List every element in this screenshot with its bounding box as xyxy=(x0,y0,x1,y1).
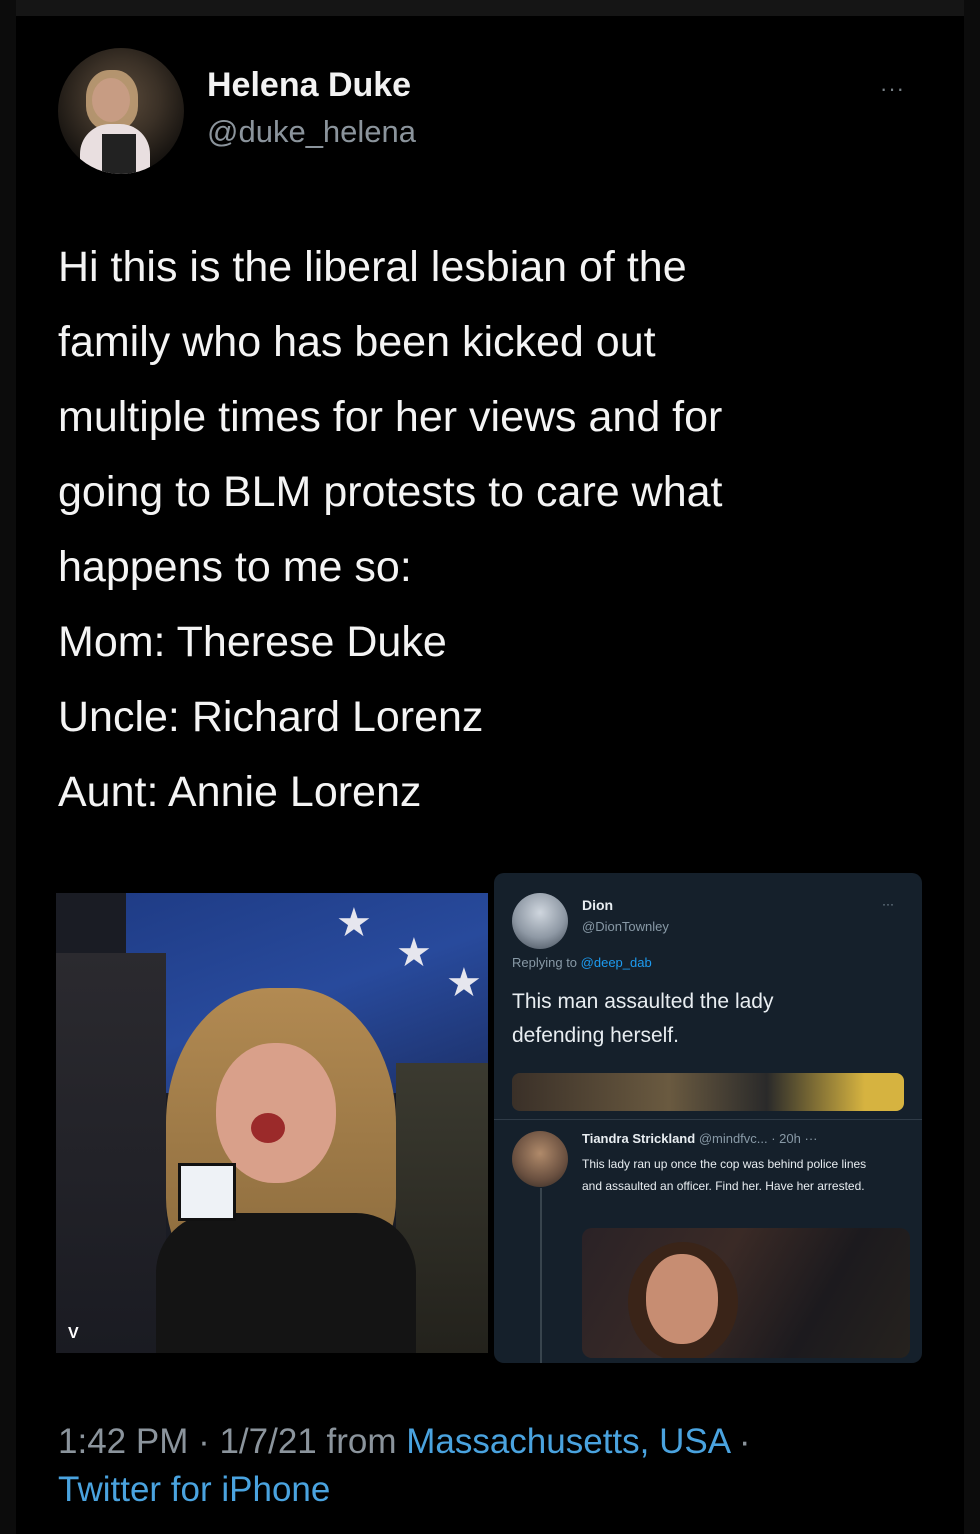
tweet-line: Uncle: Richard Lorenz xyxy=(58,693,484,741)
tweet-line: Aunt: Annie Lorenz xyxy=(58,768,422,816)
location-link[interactable]: Massachusetts, USA xyxy=(406,1422,729,1461)
more-options-icon[interactable]: ··· xyxy=(880,76,905,102)
tweet-line: family who has been kicked out xyxy=(58,318,656,366)
display-name[interactable]: Helena Duke xyxy=(207,66,411,105)
reply-avatar xyxy=(512,1131,568,1187)
media-screenshot-right[interactable]: Dion @DionTownley ··· Replying to @deep_… xyxy=(494,873,922,1363)
embedded-media-strip xyxy=(512,1073,904,1111)
reply-name: Tiandra Strickland xyxy=(582,1131,696,1146)
reply-meta: @mindfvc... · 20h xyxy=(698,1131,801,1146)
embedded-divider xyxy=(494,1119,922,1120)
embedded-handle: @DionTownley xyxy=(582,919,669,934)
timestamp[interactable]: 1:42 PM · 1/7/21 from xyxy=(58,1422,396,1461)
crowd-left xyxy=(56,953,166,1353)
replying-handle: @deep_dab xyxy=(580,955,652,970)
avatar[interactable] xyxy=(58,48,184,174)
avatar-top xyxy=(102,134,136,174)
reply-text: This lady ran up once the cop was behind… xyxy=(582,1157,867,1193)
thread-line xyxy=(540,1188,542,1363)
tweet-line: going to BLM protests to care what xyxy=(58,468,723,516)
phone-graphic xyxy=(178,1163,236,1221)
woman-face xyxy=(216,1043,336,1183)
tweet-text: Hi this is the liberal lesbian of the fa… xyxy=(58,230,918,830)
media-photo-left[interactable]: ★ ★ ★ V xyxy=(56,893,488,1353)
embedded-name: Dion xyxy=(582,897,614,913)
tweet-line: Mom: Therese Duke xyxy=(58,618,447,666)
user-handle[interactable]: @duke_helena xyxy=(207,114,416,150)
replying-prefix: Replying to xyxy=(512,955,578,970)
reply-more-icon: ··· xyxy=(804,1131,818,1146)
tweet-line: happens to me so: xyxy=(58,543,412,591)
star-icon: ★ xyxy=(396,931,432,975)
reply-photo xyxy=(582,1228,910,1358)
embedded-avatar xyxy=(512,893,568,949)
tweet: Helena Duke @duke_helena ··· Hi this is … xyxy=(0,0,980,1534)
reply-header: Tiandra Strickland @mindfvc... · 20h ··· xyxy=(582,1131,818,1146)
star-icon: ★ xyxy=(336,901,372,945)
tweet-line: multiple times for her views and for xyxy=(58,393,723,441)
embedded-more-icon: ··· xyxy=(882,897,894,911)
star-icon: ★ xyxy=(446,961,482,1005)
replying-to: Replying to @deep_dab xyxy=(512,955,652,970)
corner-mark: V xyxy=(68,1325,79,1342)
reply-photo-face xyxy=(646,1254,718,1344)
tweet-line: Hi this is the liberal lesbian of the xyxy=(58,243,687,291)
tweet-footer: 1:42 PM · 1/7/21 from Massachusetts, USA… xyxy=(58,1418,938,1514)
client-link[interactable]: Twitter for iPhone xyxy=(58,1470,330,1509)
embedded-text: This man assaulted the lady defending he… xyxy=(512,990,774,1047)
avatar-face xyxy=(92,78,130,122)
woman-coat xyxy=(156,1213,416,1353)
footer-separator: · xyxy=(729,1422,751,1461)
injury-mark xyxy=(251,1113,285,1143)
